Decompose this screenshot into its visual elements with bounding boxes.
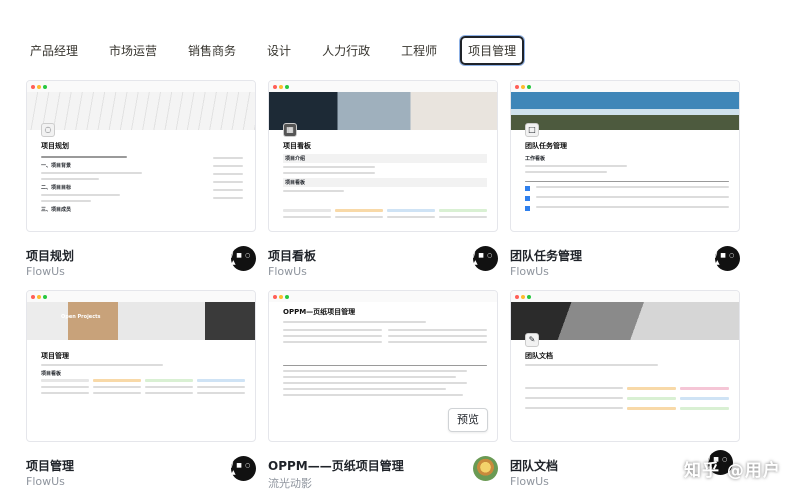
preview-section: 二、项目目标 [41, 185, 72, 191]
card-title[interactable]: 项目管理 [26, 457, 74, 474]
preview-section: 项目看板 [41, 371, 62, 377]
template-card-oppm[interactable]: OPPM—页纸项目管理 预览 OPPM——页纸项目管理 流光动影 [268, 290, 498, 490]
card-title[interactable]: 团队文档 [510, 457, 558, 474]
cover-image [511, 302, 739, 340]
window-chrome [269, 291, 497, 302]
preview-title: OPPM—页纸项目管理 [283, 308, 356, 316]
flowus-logo-icon: / ■ ○ ▲ [473, 246, 498, 271]
template-card-project-management[interactable]: Open Projects 项目管理 项目看板 项目管理 FlowUs / ■ … [26, 290, 256, 488]
tab-design[interactable]: 设计 [259, 36, 299, 65]
page-icon: □ [525, 123, 539, 137]
preview-title: 项目看板 [283, 142, 311, 150]
preview-title: 项目管理 [41, 352, 69, 360]
tab-product-manager[interactable]: 产品经理 [22, 36, 86, 65]
template-thumbnail[interactable]: ▦ 项目看板 项目介绍 项目看板 [268, 80, 498, 232]
cover-image: Open Projects [27, 302, 255, 340]
preview-section: 三、项目成员 [41, 207, 72, 213]
page-icon: ▦ [283, 123, 297, 137]
preview-title: 团队文档 [525, 352, 553, 360]
window-chrome [511, 291, 739, 302]
preview-section: 工作看板 [525, 156, 546, 162]
window-chrome [27, 291, 255, 302]
template-thumbnail[interactable]: ◌ 项目规划 一、项目背景 二、项目目标 三、项目成员 [26, 80, 256, 232]
tab-marketing[interactable]: 市场运营 [101, 36, 165, 65]
card-author: FlowUs [26, 475, 65, 488]
preview-title: 项目规划 [41, 142, 69, 150]
tab-engineer[interactable]: 工程师 [393, 36, 445, 65]
flowus-logo-icon: / ■ ○ ▲ [231, 456, 256, 481]
cover-image [511, 92, 739, 130]
template-thumbnail[interactable]: □ 团队任务管理 工作看板 [510, 80, 740, 232]
tab-sales[interactable]: 销售商务 [180, 36, 244, 65]
card-title[interactable]: OPPM——页纸项目管理 [268, 457, 404, 474]
card-title[interactable]: 团队任务管理 [510, 247, 582, 264]
preview-section: 项目介绍 [283, 154, 487, 163]
card-author: FlowUs [510, 475, 549, 488]
window-chrome [27, 81, 255, 92]
flowus-logo-icon: / ■ ○ ▲ [715, 246, 740, 271]
template-card-project-board[interactable]: ▦ 项目看板 项目介绍 项目看板 项目看板 FlowUs / ■ ○ ▲ [268, 80, 498, 278]
cover-image [27, 92, 255, 130]
preview-section: 一、项目背景 [41, 163, 72, 169]
template-card-project-planning[interactable]: ◌ 项目规划 一、项目背景 二、项目目标 三、项目成员 项目规划 FlowUs … [26, 80, 256, 278]
page-icon: ✎ [525, 333, 539, 347]
card-author: FlowUs [510, 265, 549, 278]
template-thumbnail[interactable]: Open Projects 项目管理 项目看板 [26, 290, 256, 442]
cover-text: Open Projects [61, 314, 101, 320]
zhihu-watermark: 知乎 @用户 [684, 461, 781, 481]
card-title[interactable]: 项目看板 [268, 247, 316, 264]
card-author: FlowUs [26, 265, 65, 278]
card-title[interactable]: 项目规划 [26, 247, 74, 264]
tab-project-management[interactable]: 项目管理 [460, 36, 525, 65]
tab-hr-admin[interactable]: 人力行政 [314, 36, 378, 65]
card-author: 流光动影 [268, 477, 312, 490]
window-chrome [511, 81, 739, 92]
window-chrome [269, 81, 497, 92]
preview-section: 项目看板 [283, 178, 487, 187]
template-thumbnail[interactable]: OPPM—页纸项目管理 预览 [268, 290, 498, 442]
cover-image [269, 92, 497, 130]
template-card-team-docs[interactable]: ✎ 团队文档 团队文档 FlowUs / ■ ○ ▲ [510, 290, 740, 488]
template-card-team-task-management[interactable]: □ 团队任务管理 工作看板 团队任务管理 FlowUs / ■ ○ ▲ [510, 80, 740, 278]
flowus-logo-icon: / ■ ○ ▲ [231, 246, 256, 271]
preview-button[interactable]: 预览 [448, 408, 488, 432]
page-icon: ◌ [41, 123, 55, 137]
category-tabs: 产品经理 市场运营 销售商务 设计 人力行政 工程师 项目管理 [22, 36, 539, 65]
card-author: FlowUs [268, 265, 307, 278]
preview-title: 团队任务管理 [525, 142, 567, 150]
template-thumbnail[interactable]: ✎ 团队文档 [510, 290, 740, 442]
author-avatar-icon [473, 456, 498, 481]
